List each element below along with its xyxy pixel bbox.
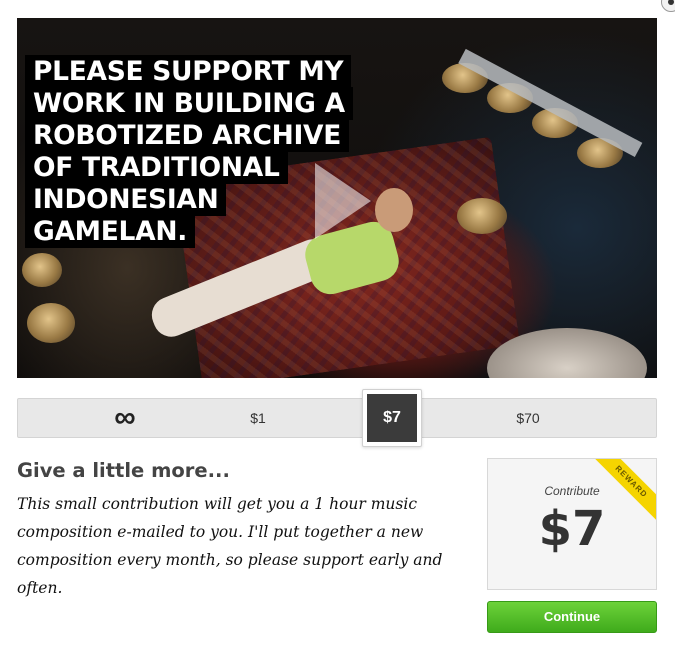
cymbal [27,303,75,343]
headline-line: INDONESIAN [25,183,227,216]
cymbal [457,198,507,234]
amount-option-70[interactable]: $70 [508,399,548,437]
headline-line: GAMELAN. [25,215,195,248]
contribute-amount: $7 [538,501,606,557]
tier-title: Give a little more... [17,459,230,482]
headline-line: OF TRADITIONAL [25,151,288,184]
contribute-label: Contribute [544,484,600,498]
headline-line: PLEASE SUPPORT MY [25,55,352,88]
amount-option-7[interactable]: $7 [367,394,417,442]
infinity-icon[interactable]: ∞ [110,399,140,437]
video-headline: PLEASE SUPPORT MY WORK IN BUILDING A ROB… [25,55,385,248]
headline-line: WORK IN BUILDING A [25,87,353,120]
tier-description: This small contribution will get you a 1… [17,495,443,597]
headline-line: ROBOTIZED ARCHIVE [25,119,350,152]
close-icon[interactable] [661,0,675,12]
continue-button[interactable]: Continue [487,601,657,633]
video-player[interactable]: PLEASE SUPPORT MY WORK IN BUILDING A ROB… [17,18,657,378]
reward-box: REWARD Contribute $7 [487,458,657,590]
amount-option-selected-frame: $7 [362,389,422,447]
amount-option-1[interactable]: $1 [243,399,273,437]
cymbal [22,253,62,287]
amount-selector: ∞ $1 $70 [17,398,657,438]
